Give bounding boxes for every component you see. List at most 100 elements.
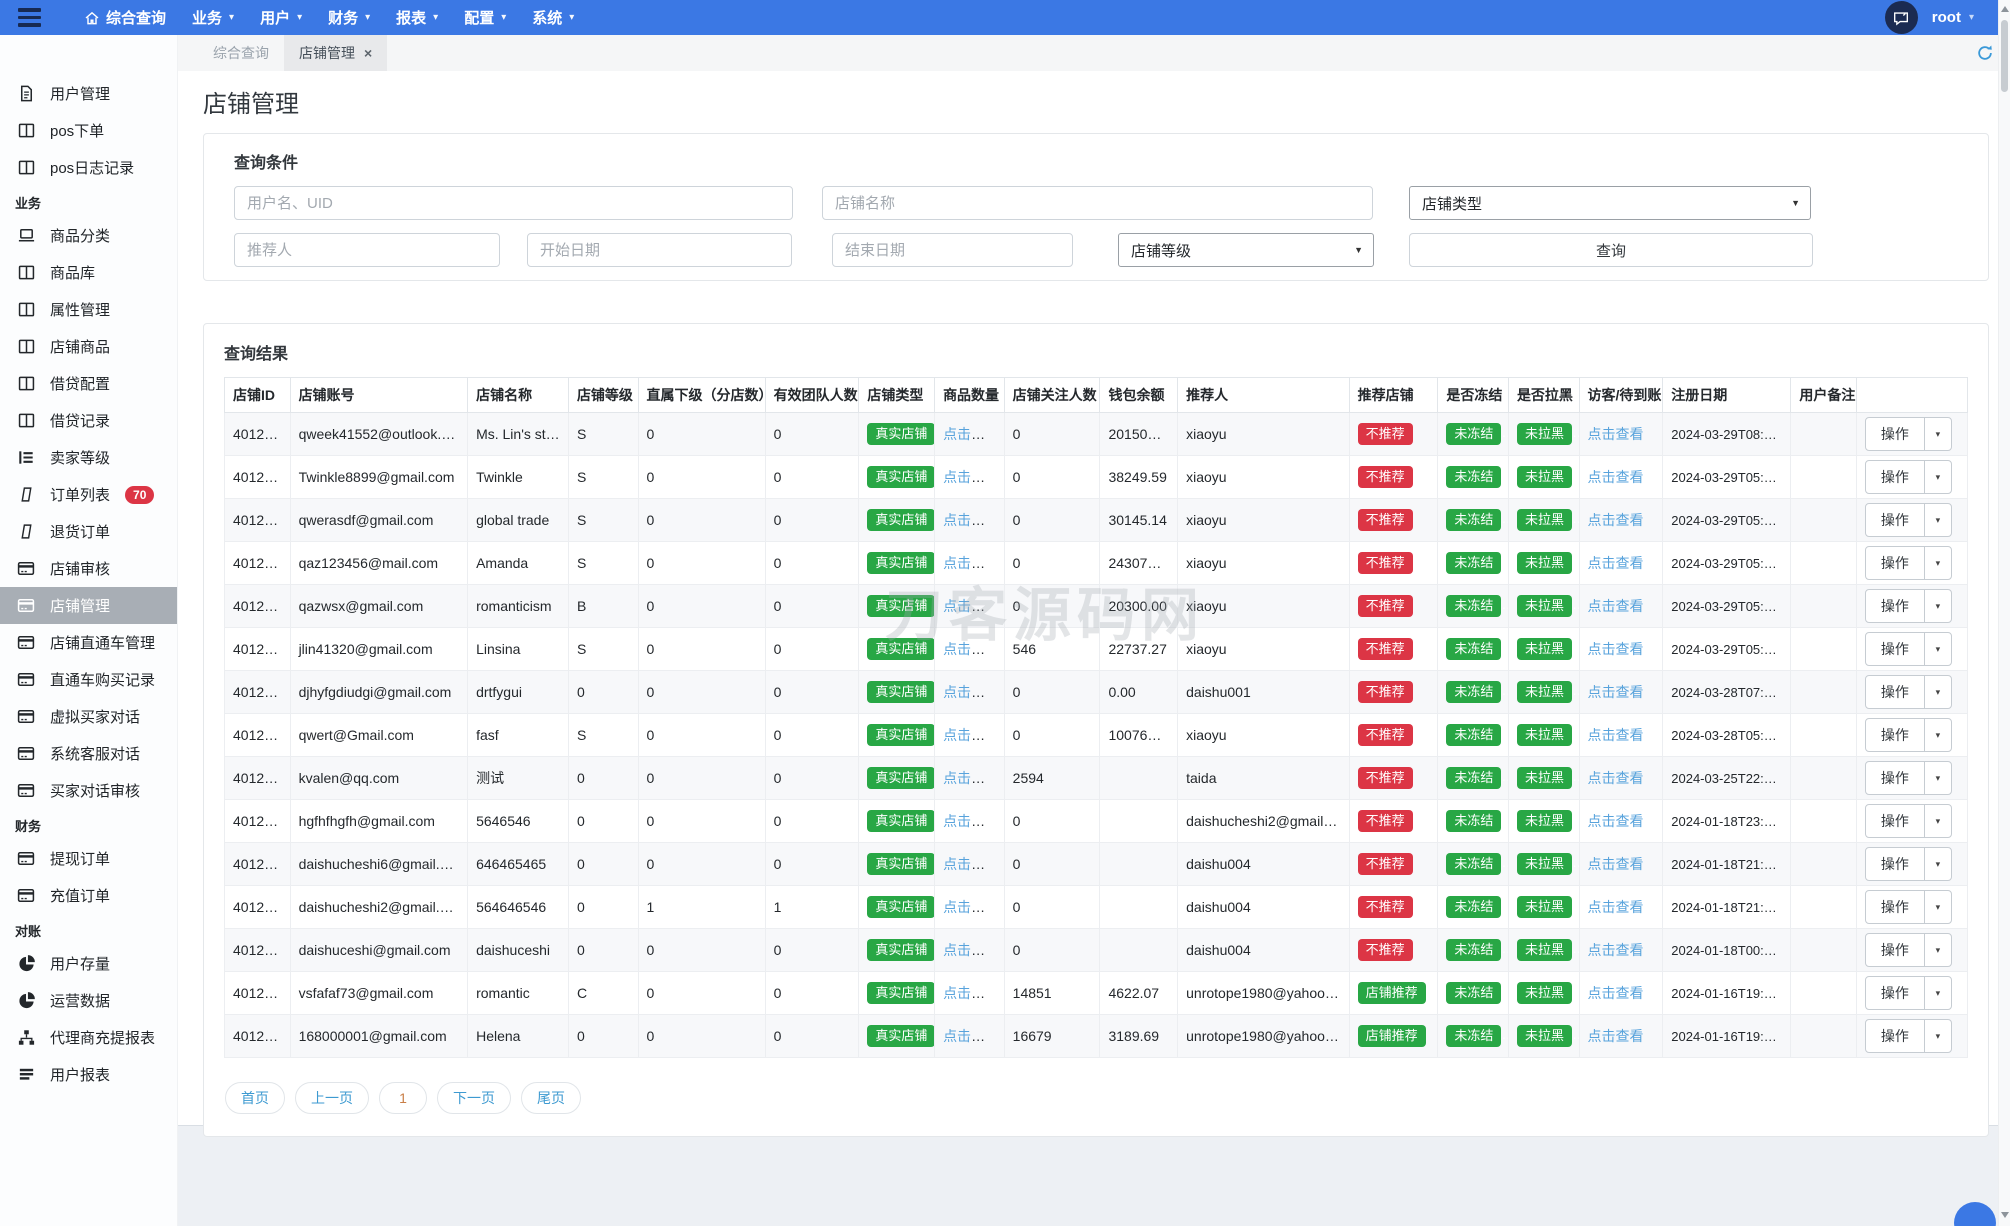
nav-item-2[interactable]: 用户 ▾ — [260, 7, 302, 28]
search-button[interactable]: 查询 — [1409, 233, 1813, 267]
sidebar-item[interactable]: 用户管理 — [0, 75, 177, 112]
action-button[interactable]: 操作 ▾ — [1864, 460, 1952, 494]
sidebar-item[interactable]: 店铺审核 — [0, 550, 177, 587]
nav-item-0[interactable]: 综合查询 — [84, 7, 166, 28]
view-link[interactable]: 点击查看 — [943, 899, 999, 915]
action-button[interactable]: 操作 ▾ — [1864, 632, 1952, 666]
close-icon[interactable]: × — [364, 46, 372, 60]
action-button[interactable]: 操作 ▾ — [1864, 847, 1952, 881]
view-link[interactable]: 点击查看 — [943, 727, 999, 743]
view-link[interactable]: 点击查看 — [943, 813, 999, 829]
view-link[interactable]: 点击查看 — [1588, 727, 1644, 743]
sidebar-item[interactable]: 卖家等级 — [0, 439, 177, 476]
view-link[interactable]: 点击查看 — [1588, 684, 1644, 700]
action-button[interactable]: 操作 ▾ — [1864, 589, 1952, 623]
caret-down-icon[interactable]: ▾ — [1923, 461, 1951, 493]
action-button[interactable]: 操作 ▾ — [1864, 761, 1952, 795]
nav-item-3[interactable]: 财务 ▾ — [328, 7, 370, 28]
view-link[interactable]: 点击查看 — [1588, 899, 1644, 915]
caret-down-icon[interactable]: ▾ — [1923, 719, 1951, 751]
sidebar-item[interactable]: 充值订单 — [0, 877, 177, 914]
sidebar-item[interactable]: 用户存量 — [0, 945, 177, 982]
view-link[interactable]: 点击查看 — [1588, 770, 1644, 786]
pagination-button[interactable]: 下一页 — [437, 1082, 511, 1114]
page-scrollbar[interactable] — [1998, 0, 2010, 1226]
sidebar-item[interactable]: 虚拟买家对话 — [0, 698, 177, 735]
shop-level-select[interactable]: 店铺等级 ▼ — [1118, 233, 1374, 267]
view-link[interactable]: 点击查看 — [1588, 856, 1644, 872]
action-button[interactable]: 操作 ▾ — [1864, 546, 1952, 580]
sidebar-item[interactable]: 店铺商品 — [0, 328, 177, 365]
caret-down-icon[interactable]: ▾ — [1923, 891, 1951, 923]
caret-down-icon[interactable]: ▾ — [1923, 762, 1951, 794]
pagination-current-page[interactable]: 1 — [379, 1082, 427, 1114]
view-link[interactable]: 点击查看 — [943, 770, 999, 786]
view-link[interactable]: 点击查看 — [943, 426, 999, 442]
view-link[interactable]: 点击查看 — [943, 598, 999, 614]
caret-down-icon[interactable]: ▾ — [1923, 805, 1951, 837]
chat-button[interactable] — [1884, 1, 1918, 34]
tab-shop-management[interactable]: 店铺管理 × — [284, 35, 388, 71]
action-button[interactable]: 操作 ▾ — [1864, 675, 1952, 709]
caret-down-icon[interactable]: ▾ — [1923, 418, 1951, 450]
caret-down-icon[interactable]: ▾ — [1923, 504, 1951, 536]
pagination-button[interactable]: 首页 — [225, 1082, 285, 1114]
action-button[interactable]: 操作 ▾ — [1864, 503, 1952, 537]
action-button[interactable]: 操作 ▾ — [1864, 933, 1952, 967]
sidebar-item[interactable]: 系统客服对话 — [0, 735, 177, 772]
sidebar-item[interactable]: 借贷记录 — [0, 402, 177, 439]
sidebar-item[interactable]: 借贷配置 — [0, 365, 177, 402]
user-menu[interactable]: root ▾ — [1932, 9, 1974, 26]
view-link[interactable]: 点击查看 — [943, 684, 999, 700]
view-link[interactable]: 点击查看 — [943, 942, 999, 958]
action-button[interactable]: 操作 ▾ — [1864, 976, 1952, 1010]
scroll-down-icon[interactable] — [2001, 1212, 2009, 1218]
sidebar-item[interactable]: pos下单 — [0, 112, 177, 149]
sidebar-item[interactable]: 订单列表 70 — [0, 476, 177, 513]
caret-down-icon[interactable]: ▾ — [1923, 676, 1951, 708]
nav-item-4[interactable]: 报表 ▾ — [396, 7, 438, 28]
sidebar-item[interactable]: 退货订单 — [0, 513, 177, 550]
view-link[interactable]: 点击查看 — [1588, 512, 1644, 528]
username-input[interactable] — [234, 186, 793, 220]
view-link[interactable]: 点击查看 — [943, 856, 999, 872]
sidebar-item[interactable]: 代理商充提报表 — [0, 1019, 177, 1056]
caret-down-icon[interactable]: ▾ — [1923, 547, 1951, 579]
sidebar-item[interactable]: 直通车购买记录 — [0, 661, 177, 698]
view-link[interactable]: 点击查看 — [943, 469, 999, 485]
sidebar-item[interactable]: 商品库 — [0, 254, 177, 291]
caret-down-icon[interactable]: ▾ — [1923, 590, 1951, 622]
action-button[interactable]: 操作 ▾ — [1864, 1019, 1952, 1053]
scroll-up-icon[interactable] — [2001, 6, 2009, 12]
sidebar-item[interactable]: 用户报表 — [0, 1056, 177, 1093]
caret-down-icon[interactable]: ▾ — [1923, 934, 1951, 966]
view-link[interactable]: 点击查看 — [1588, 1028, 1644, 1044]
referrer-input[interactable] — [234, 233, 500, 267]
refresh-icon[interactable] — [1976, 44, 1994, 65]
end-date-input[interactable] — [832, 233, 1073, 267]
start-date-input[interactable] — [527, 233, 792, 267]
view-link[interactable]: 点击查看 — [1588, 555, 1644, 571]
sidebar-item[interactable]: 属性管理 — [0, 291, 177, 328]
nav-item-5[interactable]: 配置 ▾ — [464, 7, 506, 28]
caret-down-icon[interactable]: ▾ — [1923, 848, 1951, 880]
view-link[interactable]: 点击查看 — [943, 512, 999, 528]
shop-name-input[interactable] — [822, 186, 1373, 220]
action-button[interactable]: 操作 ▾ — [1864, 890, 1952, 924]
view-link[interactable]: 点击查看 — [1588, 469, 1644, 485]
view-link[interactable]: 点击查看 — [943, 985, 999, 1001]
view-link[interactable]: 点击查看 — [943, 1028, 999, 1044]
sidebar-item[interactable]: pos日志记录 — [0, 149, 177, 186]
nav-item-6[interactable]: 系统 ▾ — [532, 7, 574, 28]
sidebar-item[interactable]: 店铺直通车管理 — [0, 624, 177, 661]
view-link[interactable]: 点击查看 — [1588, 598, 1644, 614]
tab-query[interactable]: 综合查询 — [198, 35, 284, 71]
caret-down-icon[interactable]: ▾ — [1923, 977, 1951, 1009]
caret-down-icon[interactable]: ▾ — [1923, 633, 1951, 665]
shop-type-select[interactable]: 店铺类型 ▼ — [1409, 186, 1811, 220]
sidebar-item[interactable]: 商品分类 — [0, 217, 177, 254]
sidebar-item[interactable]: 提现订单 — [0, 840, 177, 877]
scrollbar-thumb[interactable] — [2001, 20, 2008, 92]
view-link[interactable]: 点击查看 — [943, 641, 999, 657]
view-link[interactable]: 点击查看 — [1588, 426, 1644, 442]
